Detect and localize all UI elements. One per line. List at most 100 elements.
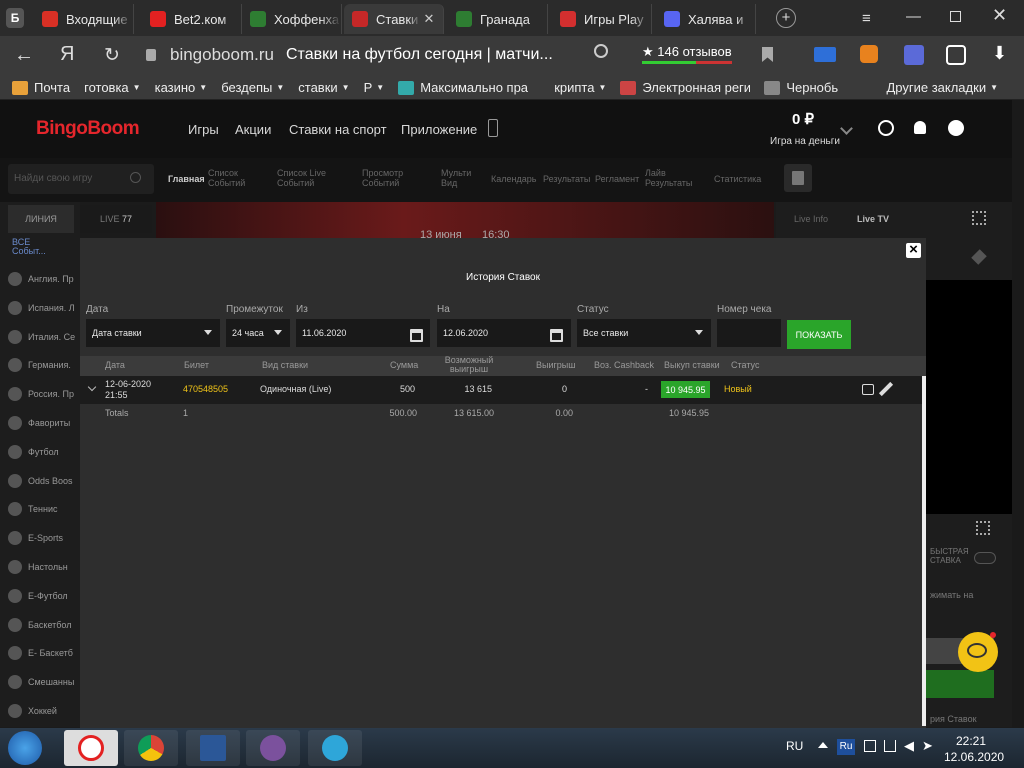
browser-tab[interactable]: Гранада [448,4,548,34]
browser-tab[interactable]: Игры Play [552,4,652,34]
taskbar-word[interactable] [186,730,240,766]
nav-promotions[interactable]: Акции [235,122,271,137]
subnav-rules[interactable]: Регламент [595,174,639,184]
subnav-view-events[interactable]: Просмотр Событий [362,168,412,188]
subnav-live-results[interactable]: Лайв Результаты [645,168,695,188]
bookmark-folder-casino[interactable]: казино ▼ [155,80,208,95]
yandex-icon[interactable]: Я [60,43,74,66]
bookmark-other[interactable]: Другие закладки ▼ [886,80,998,95]
modal-scrollbar[interactable] [922,376,926,726]
date-type-select[interactable]: Дата ставки [86,319,220,347]
send-tray-icon[interactable]: ➤ [922,738,933,754]
subnav-events[interactable]: Список Событий [208,168,258,188]
subnav-live-events[interactable]: Список Live Событий [277,168,347,188]
bell-icon[interactable] [914,121,926,134]
calendar-icon[interactable] [550,329,563,342]
close-tab-icon[interactable]: ✕ [421,11,437,27]
sports-list-item[interactable]: Хоккей [8,700,86,722]
download-icon[interactable]: ⬇ [992,43,1007,64]
subnav-results[interactable]: Результаты [543,174,590,184]
check-number-input[interactable] [717,319,781,347]
tab-live-info[interactable]: Live Info [794,214,828,224]
send-extension-icon[interactable] [904,45,924,65]
col-date[interactable]: Дата [105,361,125,370]
subnav-main[interactable]: Главная [168,174,205,184]
repeat-bet-icon[interactable] [862,384,874,395]
keyboard-layout-badge[interactable]: Ru [837,739,855,755]
sports-list-item[interactable]: E- Баскетб [8,642,86,664]
bookmark-folder-cooking[interactable]: готовка ▼ [84,80,140,95]
buyout-button[interactable]: 10 945.95 [661,381,710,398]
bookmark-e-registry[interactable]: Электронная реги [620,80,750,95]
user-icon[interactable] [948,120,964,136]
search-icon[interactable] [594,44,608,58]
col-possible-win[interactable]: Возможный выигрыш [444,356,494,374]
sports-list-item[interactable]: Смешанны [8,671,86,693]
sports-list-item[interactable]: Odds Boos [8,470,86,492]
start-button[interactable] [8,731,42,765]
bookmark-chernobyl[interactable]: Чернобь [764,80,842,95]
col-buyout[interactable]: Выкуп ставки [664,361,720,370]
sports-list-item[interactable]: Англия. Пр [8,268,86,290]
col-amount[interactable]: Сумма [390,361,418,370]
taskbar-viber[interactable] [246,730,300,766]
taskbar-telegram[interactable] [308,730,362,766]
volume-icon[interactable]: ◀ [904,738,914,754]
nav-app[interactable]: Приложение [401,122,477,137]
place-bet-button[interactable] [926,670,994,698]
browser-tab[interactable]: Bet2.ком [142,4,242,34]
url-field[interactable]: bingoboom.ru [170,45,274,65]
new-tab-button[interactable]: + [776,8,796,28]
bookmark-max[interactable]: Максимально пра [398,80,540,95]
browser-tab[interactable]: Хоффенха [242,4,342,34]
phone-icon[interactable] [488,119,498,137]
bookmark-mail[interactable]: Почта [12,80,70,95]
sports-list-item[interactable]: Теннис [8,498,86,520]
fullscreen-icon[interactable] [976,521,990,535]
row-ticket[interactable]: 470548505 [183,384,228,394]
col-cashback[interactable]: Воз. Cashback [594,361,654,370]
bookmark-folder-crypto[interactable]: крипта ▼ [554,80,606,95]
subnav-multiview[interactable]: Мульти Вид [441,168,481,188]
modal-close-button[interactable]: × [906,242,921,258]
status-select[interactable]: Все ставки [577,319,711,347]
all-events-filter[interactable]: ВСЕ Событ... [12,238,52,256]
sports-list-item[interactable]: E-Sports [8,527,86,549]
sports-list-item[interactable]: Фавориты [8,412,86,434]
fast-bet-toggle[interactable] [974,552,996,564]
tab-live[interactable]: LIVE 77 [80,205,152,233]
balance-amount[interactable]: 0 ₽ [792,110,814,128]
sports-list-item[interactable]: Испания. Л [8,297,86,319]
translate-icon[interactable] [946,45,966,65]
site-logo[interactable]: BingoBoom [36,118,140,140]
bookmark-folder-r[interactable]: Р ▼ [364,80,385,95]
nav-sports-betting[interactable]: Ставки на спорт [289,122,387,137]
network-icon[interactable] [884,740,896,752]
fullscreen-icon[interactable] [972,211,986,225]
sports-list-item[interactable]: Баскетбол [8,614,86,636]
browser-tab[interactable]: Халява и [656,4,756,34]
tab-line[interactable]: ЛИНИЯ [8,205,74,233]
close-window-button[interactable]: ✕ [992,5,1007,26]
language-indicator[interactable]: RU [786,739,803,753]
maximize-button[interactable] [950,11,961,22]
page-scrollbar[interactable] [1012,100,1024,728]
reload-icon[interactable]: ↻ [104,44,120,67]
col-ticket[interactable]: Билет [184,361,209,370]
bookmark-folder-bonuses[interactable]: бездепы ▼ [221,80,284,95]
sports-list-item[interactable]: Германия. [8,354,86,376]
sports-list-item[interactable]: Футбол [8,441,86,463]
bookmark-folder-bets[interactable]: ставки ▼ [298,80,349,95]
clock-time[interactable]: 22:21 [956,734,986,748]
minimize-button[interactable]: — [906,8,921,25]
mail-extension-icon[interactable] [814,47,836,62]
taskbar-yandex-browser[interactable] [64,730,118,766]
sports-list-item[interactable]: Италия. Се [8,326,86,348]
subnav-statistics[interactable]: Статистика [714,174,761,184]
metamask-icon[interactable] [860,45,878,63]
back-icon[interactable]: ← [14,44,34,67]
action-center-icon[interactable] [864,740,876,752]
col-status[interactable]: Статус [731,361,759,370]
browser-tab[interactable]: Ставки ✕ [344,4,444,34]
nav-games[interactable]: Игры [188,122,219,137]
